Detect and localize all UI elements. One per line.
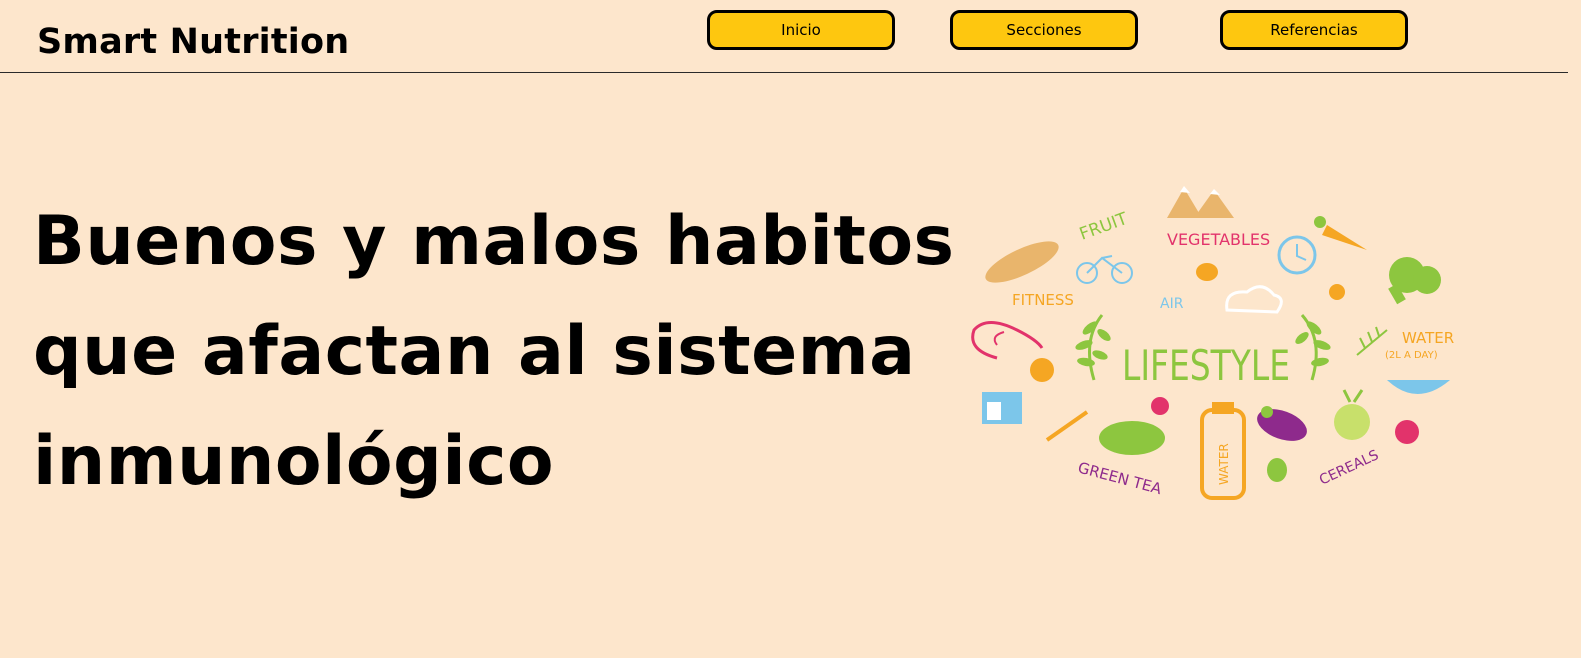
nav-button-secciones[interactable]: Secciones [950,10,1138,50]
cloud-icon [1225,285,1283,314]
hero-title-line-3: inmunológico [33,422,555,501]
word-cereals: CEREALS [1317,447,1381,488]
brand-title[interactable]: Smart Nutrition [37,22,349,62]
word-fruit: FRUIT [1077,209,1131,245]
header-divider [0,72,1568,73]
word-vegetables: VEGETABLES [1167,230,1270,249]
word-water-sub: (2L A DAY) [1385,350,1438,361]
word-lifestyle: LIFESTYLE [1122,341,1290,390]
mountains-icon [1167,186,1234,218]
site-header: Smart Nutrition Inicio Secciones Referen… [0,0,1581,73]
nav-button-inicio[interactable]: Inicio [707,10,895,50]
laurel-right-icon [1295,314,1331,381]
lifestyle-illustration-svg: FRUIT VEGETABLES FITNESS AIR LIFESTYLE W… [971,186,1454,500]
hero-title-line-2: que afactan al sistema [33,312,916,391]
milk-carton-icon [982,392,1022,424]
orange-icon [1329,284,1345,300]
bread-icon [985,241,1059,283]
word-water: WATER [1402,329,1454,347]
laurel-left-icon [1075,314,1111,381]
pear-icon [1267,458,1287,482]
tangerine-icon [1030,358,1054,382]
broccoli-icon [1388,257,1441,305]
heartbeat-icon [971,321,1044,360]
bicycle-icon [1076,255,1133,284]
herb-icon [1356,326,1388,356]
word-fitness: FITNESS [1012,291,1074,309]
bowl-icon [1387,380,1450,394]
hero-title: Buenos y malos habitos que afactan al si… [33,187,955,517]
turnip-icon [1334,389,1370,440]
word-green-tea: GREEN TEA [1076,458,1164,498]
carrot-icon [1314,216,1367,250]
eggplant-icon [1257,406,1307,441]
lettuce-icon [1099,421,1165,455]
bottle-label: WATER [1217,443,1231,485]
lifestyle-illustration: FRUIT VEGETABLES FITNESS AIR LIFESTYLE W… [962,180,1462,505]
nav-button-referencias[interactable]: Referencias [1220,10,1408,50]
word-air: AIR [1160,296,1184,312]
hero-title-line-1: Buenos y malos habitos [33,202,955,281]
apple-icon [1395,420,1419,444]
clock-icon [1277,235,1317,275]
dumbbell-icon [1045,410,1089,442]
lemon-icon [1196,263,1218,281]
tomato-icon [1151,397,1169,415]
